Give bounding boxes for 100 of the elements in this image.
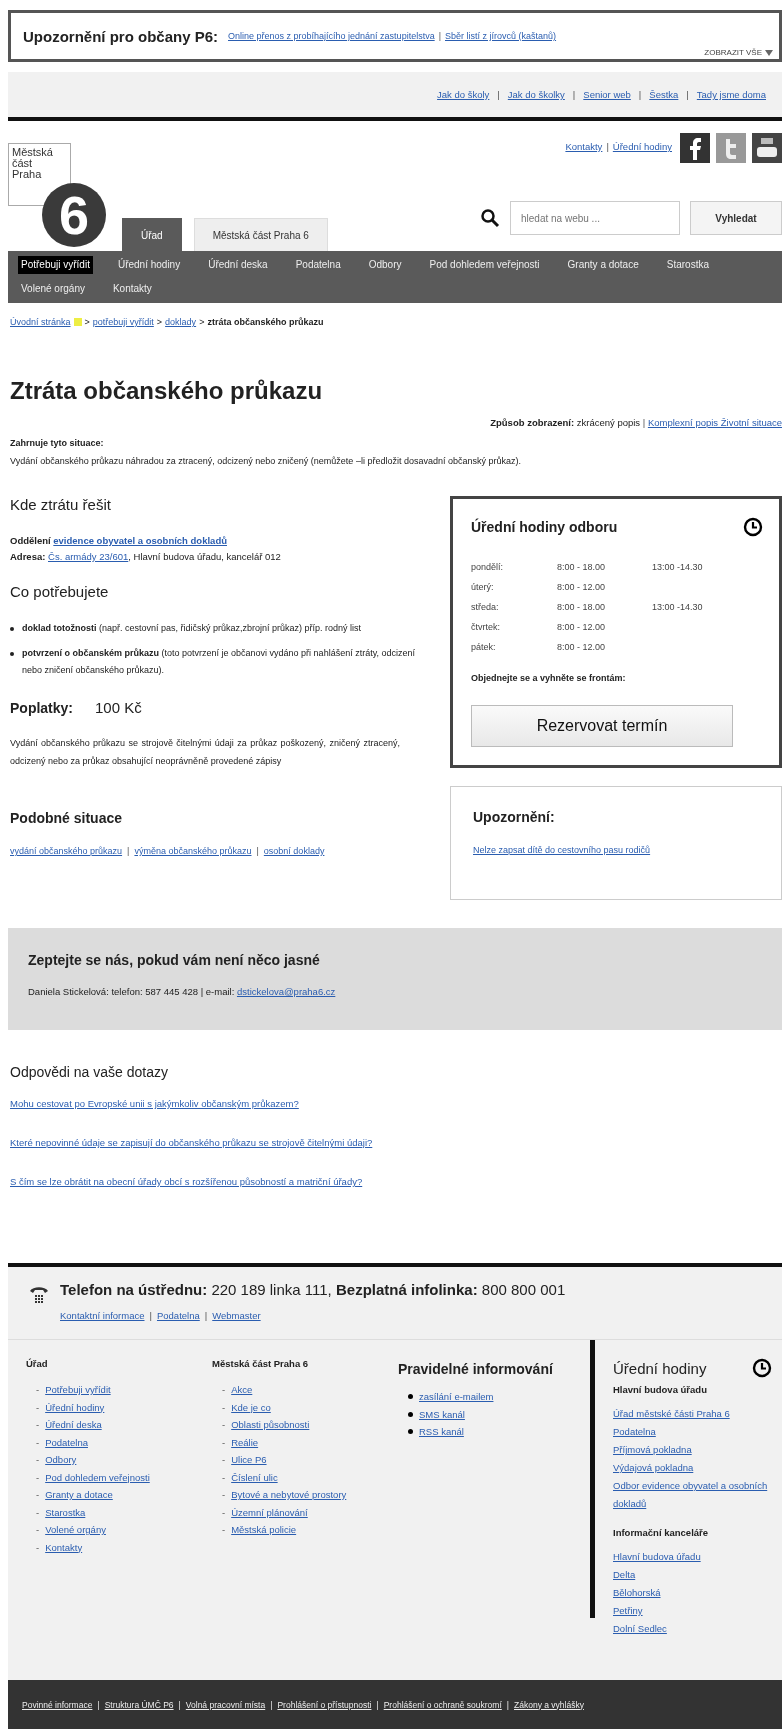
link-separator: | — [642, 417, 646, 428]
footer-link[interactable]: Volené orgány — [45, 1521, 106, 1539]
notice-link[interactable]: Sběr listí z jírovců (kaštanů) — [445, 31, 557, 41]
email-link[interactable]: dstickelova@praha6.cz — [236, 986, 336, 997]
footer-link[interactable]: Odbory — [45, 1451, 77, 1469]
logo-text[interactable]: Městská část Praha — [12, 147, 56, 180]
page-title: Ztráta občanského průkazu — [10, 377, 324, 405]
top-link[interactable]: Jak do školky — [507, 89, 565, 100]
bottom-link[interactable]: Volná pracovní místa — [185, 1699, 266, 1710]
nav-item[interactable]: Granty a dotace — [564, 256, 642, 274]
search-field[interactable]: hledat na webu ... — [510, 201, 680, 235]
youtube-icon[interactable] — [752, 133, 782, 163]
footer-link[interactable]: Odbor evidence obyvatel a osobních dokladů — [613, 1477, 782, 1513]
booking-button[interactable]: Rezervovat termín — [471, 705, 733, 747]
nav-item[interactable]: Úřední deska — [205, 256, 271, 274]
bullet-icon — [408, 1411, 413, 1417]
footer-link[interactable]: Dolní Sedlec — [613, 1620, 782, 1638]
footer-link[interactable]: Územní plánování — [231, 1503, 308, 1521]
footer-link[interactable]: Příjmová pokladna — [613, 1441, 782, 1459]
top-link[interactable]: Šestka — [649, 89, 679, 100]
list-dash: - — [222, 1505, 226, 1520]
footer-link[interactable]: RSS kanál — [419, 1423, 464, 1441]
footer-link[interactable]: Kontaktní informace — [60, 1310, 145, 1321]
footer-link[interactable]: Podatelna — [613, 1423, 782, 1441]
list-dash: - — [36, 1523, 40, 1537]
top-link[interactable]: Jak do školy — [437, 89, 490, 100]
faq-link[interactable]: Mohu cestovat po Evropské unii s jakýmkoliv občanským průkazem? — [10, 1098, 782, 1109]
contact-heading: Zeptejte se nás, pokud vám není něco jasné — [28, 952, 321, 968]
logo-number[interactable]: 6 — [42, 183, 106, 247]
nav-item[interactable]: Úřední hodiny — [114, 256, 184, 274]
bottom-link[interactable]: Prohlášení o ochraně soukromí — [383, 1699, 502, 1710]
breadcrumb-link[interactable]: potřebuji vyřídit — [92, 317, 154, 327]
list-dash: - — [222, 1523, 226, 1537]
list-dash: - — [222, 1400, 226, 1415]
similar-link[interactable]: vydání občanského průkazu — [10, 846, 123, 856]
footer-link[interactable]: Úřad městské části Praha 6 — [613, 1405, 782, 1423]
hours-time: 8:00 - 18.00 — [557, 601, 607, 614]
footer-link[interactable]: Městská policie — [231, 1521, 297, 1539]
footer-link[interactable]: Bělohorská — [613, 1584, 782, 1602]
nav-item[interactable]: Kontakty — [109, 280, 155, 298]
link-separator: | — [438, 31, 441, 41]
footer-link[interactable]: Úřední deska — [45, 1416, 102, 1434]
breadcrumb-current: ztráta občanského průkazu — [207, 317, 324, 327]
footer-link[interactable]: Reálie — [231, 1433, 259, 1451]
footer-link[interactable]: Oblasti působnosti — [231, 1416, 310, 1434]
footer-link[interactable]: Podatelna — [45, 1433, 88, 1451]
footer-link[interactable]: Granty a dotace — [45, 1486, 113, 1504]
footer-link[interactable]: Výdajová pokladna — [613, 1459, 782, 1477]
footer-link[interactable]: Pod dohledem veřejnosti — [45, 1468, 150, 1486]
hours-time: 8:00 - 12.00 — [557, 621, 607, 634]
tab[interactable]: Úřad — [122, 218, 182, 251]
show-all-link[interactable]: ZOBRAZIT VŠE — [704, 48, 762, 57]
search-button[interactable]: Vyhledat — [690, 201, 782, 235]
footer-link[interactable]: Podatelna — [156, 1310, 200, 1321]
nav-item[interactable]: Volené orgány — [18, 280, 88, 298]
footer-link[interactable]: Petřiny — [613, 1602, 782, 1620]
footer-link[interactable]: Hlavní budova úřadu — [613, 1548, 782, 1566]
footer-link[interactable]: Akce — [231, 1381, 253, 1399]
notice-link[interactable]: Online přenos z probíhajícího jednání zastupitelstva — [228, 31, 435, 41]
footer-link[interactable]: Číslení ulic — [231, 1468, 278, 1486]
breadcrumb-link[interactable]: Úvodní stránka — [10, 317, 71, 327]
footer-link[interactable]: SMS kanál — [419, 1405, 465, 1423]
faq-link[interactable]: Které nepovinné údaje se zapisují do občanského průkazu se strojově čitelnými údaji? — [10, 1137, 782, 1148]
footer-link[interactable]: Delta — [613, 1566, 782, 1584]
utility-link[interactable]: Kontakty — [565, 141, 603, 152]
top-link[interactable]: Senior web — [583, 89, 631, 100]
bottom-link[interactable]: Prohlášení o přístupnosti — [277, 1699, 372, 1710]
similar-link[interactable]: výměna občanského průkazu — [134, 846, 252, 856]
footer-link[interactable]: Ulice P6 — [231, 1451, 267, 1469]
address-line: Adresa: Čs. armády 23/601, Hlavní budova úřadu, kancelář 012 — [10, 550, 282, 564]
bottom-link[interactable]: Povinné informace — [22, 1699, 93, 1710]
search-icon[interactable] — [480, 208, 500, 228]
bottom-link[interactable]: Struktura ÚMČ P6 — [104, 1699, 174, 1710]
facebook-icon[interactable] — [680, 133, 710, 163]
nav-item[interactable]: Podatelna — [292, 256, 344, 274]
breadcrumb-separator: > — [156, 317, 163, 327]
nav-item[interactable]: Odbory — [365, 256, 405, 274]
faq-link[interactable]: S čím se lze obrátit na obecní úřady obcí s rozšířenou působností a matriční úřady? — [10, 1176, 782, 1187]
footer-link[interactable]: Potřebuji vyřídit — [45, 1381, 111, 1399]
warning-link[interactable]: Nelze zapsat dítě do cestovního pasu rodičů — [473, 845, 759, 855]
nav-item[interactable]: Starostka — [663, 256, 712, 274]
hours-day: středa: — [471, 597, 557, 617]
footer-link[interactable]: zasílání e-mailem — [419, 1388, 494, 1406]
nav-item[interactable]: Pod dohledem veřejnosti — [426, 256, 543, 274]
utility-link[interactable]: Úřední hodiny — [612, 141, 672, 152]
footer-link[interactable]: Kde je co — [231, 1398, 271, 1416]
footer-link[interactable]: Starostka — [45, 1503, 86, 1521]
footer-link[interactable]: Úřední hodiny — [45, 1398, 105, 1416]
bottom-link[interactable]: Zákony a vyhlášky — [514, 1699, 584, 1710]
top-link[interactable]: Tady jsme doma — [696, 89, 766, 100]
display-mode-link[interactable]: Komplexní popis Životní situace — [647, 417, 782, 428]
nav-item[interactable]: Potřebuji vyřídit — [18, 256, 93, 274]
department-link[interactable]: evidence obyvatel a osobních dokladů — [53, 535, 227, 546]
similar-link[interactable]: osobní doklady — [263, 846, 325, 856]
footer-link[interactable]: Bytové a nebytové prostory — [231, 1486, 347, 1504]
footer-link[interactable]: Kontakty — [45, 1538, 83, 1556]
footer-link[interactable]: Webmaster — [212, 1310, 261, 1321]
footer-column-heading: Pravidelné informování — [398, 1360, 554, 1379]
breadcrumb-link[interactable]: doklady — [165, 317, 197, 327]
tab[interactable]: Městská část Praha 6 — [193, 218, 328, 251]
